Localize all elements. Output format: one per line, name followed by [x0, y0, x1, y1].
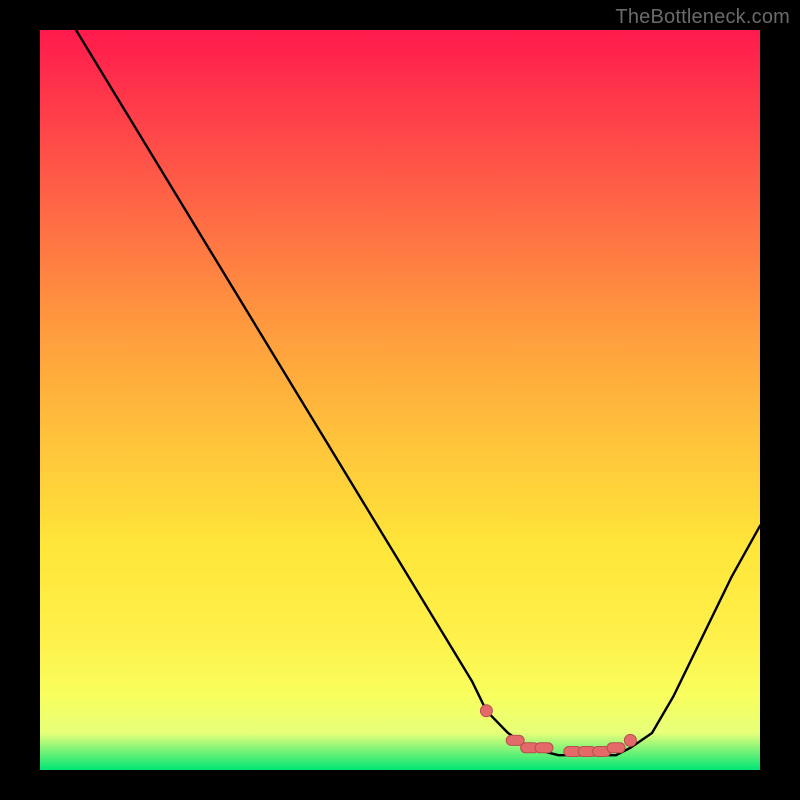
- plot-area: [40, 30, 760, 770]
- chart-frame: TheBottleneck.com: [0, 0, 800, 800]
- marker-dot: [480, 705, 492, 717]
- bottleneck-curve: [76, 30, 760, 755]
- marker-pill: [607, 743, 625, 753]
- marker-pill: [535, 743, 553, 753]
- curve-layer: [40, 30, 760, 770]
- marker-pill: [506, 735, 524, 745]
- highlight-markers: [480, 705, 636, 757]
- watermark-text: TheBottleneck.com: [615, 6, 790, 29]
- marker-dot: [624, 734, 636, 746]
